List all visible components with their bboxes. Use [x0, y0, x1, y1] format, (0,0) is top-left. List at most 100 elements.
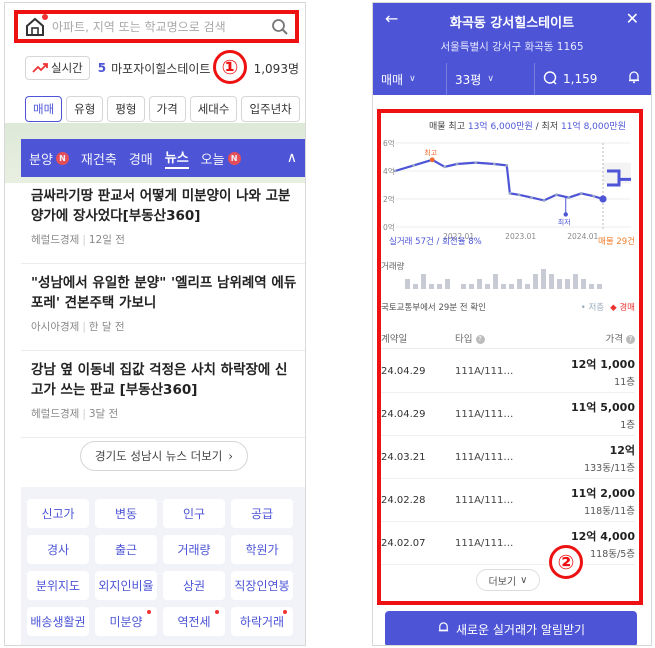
left-screenshot: 아파트, 지역 또는 학교명으로 검색 실시간 5 마포자이힐스테이트 1,09…: [4, 2, 306, 646]
news-tab[interactable]: 오늘 N: [201, 149, 241, 168]
high-marker: [429, 157, 435, 163]
complex-title: 화곡동 강서힐스테이트: [449, 16, 575, 31]
feature-label: 경사: [46, 543, 70, 557]
filter-chip[interactable]: 가격: [148, 96, 186, 122]
chart-meta-right: 매물 29건: [598, 237, 635, 247]
filter-chip[interactable]: 입주년차: [241, 96, 300, 122]
low-label: 최저: [558, 217, 571, 226]
feature-button[interactable]: 신고가: [27, 499, 89, 528]
feature-grid-panel: 신고가 변동 인구 공급경사 출근 거래량 학원가분위지도 외지인비율 상권 직장인연봉배송생활권…: [21, 487, 305, 645]
help-icon[interactable]: ?: [626, 334, 635, 344]
realtime-name[interactable]: 마포자이힐스테이트: [111, 60, 210, 77]
volume-bar: [429, 284, 434, 289]
volume-bar: [493, 274, 498, 289]
volume-bar: [437, 284, 442, 289]
volume-bar: [581, 279, 586, 289]
table-row[interactable]: 24.04.29 111A/111… 11억 5,000 1층: [381, 394, 635, 436]
row-date: 24.04.29: [381, 409, 426, 420]
size-select[interactable]: 33평 ∨: [447, 63, 535, 95]
filter-chip[interactable]: 유형: [66, 96, 104, 122]
comments-button[interactable]: 1,159: [535, 63, 605, 95]
chart-legend: • 저층 ◆ 경매: [581, 301, 635, 313]
feature-label: 신고가: [41, 507, 75, 521]
realtime-chip[interactable]: 실시간: [25, 56, 90, 80]
chevron-up-icon[interactable]: ∧: [287, 150, 297, 166]
news-tab[interactable]: 분양 N: [29, 149, 69, 168]
news-tab-bar: 분양 N 재건축 경매 뉴스 오늘 N ∧: [21, 139, 305, 177]
news-more-button[interactable]: 경기도 성남시 뉴스 더보기 ›: [80, 441, 248, 471]
search-icon[interactable]: [271, 18, 289, 36]
deal-type-select[interactable]: 매매 ∨: [373, 63, 447, 95]
news-tab[interactable]: 경매: [129, 149, 153, 168]
volume-bar: [557, 279, 562, 289]
close-icon[interactable]: ✕: [626, 9, 639, 28]
feature-button[interactable]: 출근: [95, 535, 157, 564]
feature-label: 인구: [182, 507, 206, 521]
feature-button[interactable]: 하락거래: [231, 607, 293, 636]
feature-label: 외지인비율: [98, 579, 154, 593]
more-label: 더보기: [488, 576, 517, 588]
feature-label: 변동: [114, 507, 138, 521]
price-alert-button[interactable]: 새로운 실거래가 알림받기: [385, 611, 637, 645]
data-point: [443, 165, 447, 169]
realtime-count: 1,093명: [253, 61, 299, 76]
volume-bar: [525, 284, 530, 289]
home-icon[interactable]: [24, 13, 48, 38]
feature-button[interactable]: 상권: [163, 571, 225, 600]
row-type: 111A/111…: [455, 452, 514, 463]
feature-button[interactable]: 공급: [231, 499, 293, 528]
filter-chip[interactable]: 평형: [107, 96, 145, 122]
table-row[interactable]: 24.04.29 111A/111… 12억 1,000 11층: [381, 351, 635, 393]
news-title: 금싸라기땅 판교서 어떻게 미분양이 나와 고분양가에 장사었다[부동산360]: [31, 188, 291, 224]
feature-button[interactable]: 분위지도: [27, 571, 89, 600]
news-tab-label: 경매: [128, 152, 153, 168]
data-point: [492, 162, 496, 166]
table-row[interactable]: 24.02.28 111A/111… 11억 2,000 118동/11층: [381, 480, 635, 522]
row-price: 12억 4,000: [570, 529, 635, 543]
volume-bar: [541, 269, 546, 289]
feature-button[interactable]: 직장인연봉: [231, 571, 293, 600]
help-icon[interactable]: ?: [475, 334, 485, 344]
news-title: "성남에서 유일한 분양" '엘리프 남위례역 에듀포레' 견본주택 가보니: [31, 275, 297, 311]
feature-button[interactable]: 역전세: [163, 607, 225, 636]
feature-button[interactable]: 배송생활권: [27, 607, 89, 636]
feature-button[interactable]: 외지인비율: [95, 571, 157, 600]
chevron-right-icon: ›: [228, 449, 233, 463]
news-tab[interactable]: 재건축: [81, 149, 117, 168]
feature-button[interactable]: 인구: [163, 499, 225, 528]
news-item[interactable]: 금싸라기땅 판교서 어떻게 미분양이 나와 고분양가에 장사었다[부동산360]…: [21, 177, 305, 264]
bell-icon[interactable]: [627, 70, 641, 88]
filter-chip[interactable]: 매매: [25, 96, 63, 122]
volume-bar: [589, 284, 594, 289]
volume-bar: [533, 274, 538, 289]
row-date: 24.02.07: [381, 538, 426, 549]
feature-button[interactable]: 경사: [27, 535, 89, 564]
row-price: 12억 1,000: [570, 357, 635, 371]
filter-chip[interactable]: 세대수: [189, 96, 238, 122]
feature-button[interactable]: 변동: [95, 499, 157, 528]
legend-low-floor: • 저층: [580, 303, 605, 313]
feature-button[interactable]: 미분양: [95, 607, 157, 636]
source-note: 국토교통부에서 29분 전 확인: [381, 303, 486, 313]
search-bar[interactable]: 아파트, 지역 또는 학교명으로 검색: [14, 10, 299, 43]
news-item[interactable]: "성남에서 유일한 분양" '엘리프 남위례역 에듀포레' 견본주택 가보니 아시…: [21, 264, 305, 351]
more-button[interactable]: 더보기 ∨: [475, 569, 541, 591]
realtime-ranking[interactable]: 실시간 5 마포자이힐스테이트 1,093명: [25, 55, 305, 81]
table-row[interactable]: 24.03.21 111A/111… 12억 133동/11층: [381, 437, 635, 479]
realtime-rank: 5: [97, 61, 107, 75]
volume-bar: [405, 279, 410, 289]
news-item[interactable]: 강남 옆 이동네 집값 걱정은 사치 하락장에 신고가 쓰는 판교 [부동산36…: [21, 351, 305, 438]
trend-up-icon: [32, 63, 48, 73]
news-tab[interactable]: 뉴스: [164, 147, 189, 169]
feature-button[interactable]: 거래량: [163, 535, 225, 564]
search-input[interactable]: 아파트, 지역 또는 학교명으로 검색: [52, 18, 271, 35]
data-point: [455, 162, 459, 166]
chevron-right-icon[interactable]: ›: [304, 102, 305, 117]
row-price-cell: 11억 5,000 1층: [565, 399, 635, 431]
deal-type-label: 매매: [381, 72, 404, 87]
feature-button[interactable]: 학원가: [231, 535, 293, 564]
table-row[interactable]: 24.02.07 111A/111… 12억 4,000 118동/5층: [381, 523, 635, 565]
news-tab-label: 분양: [29, 152, 53, 168]
row-type: 111A/111…: [455, 366, 514, 377]
feature-label: 학원가: [245, 543, 279, 557]
